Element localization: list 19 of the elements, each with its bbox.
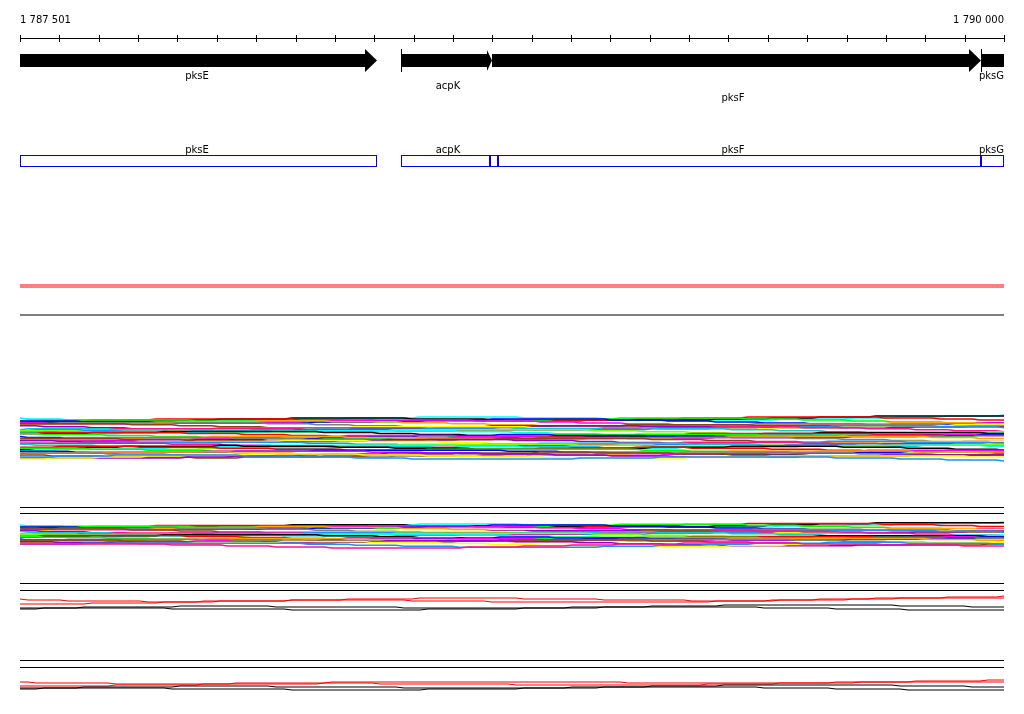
feature-label: pksF (721, 144, 745, 155)
feature-box[interactable] (981, 155, 1004, 167)
gene-arrow[interactable] (20, 49, 377, 72)
feature-box[interactable] (498, 155, 981, 167)
feature-label: pksG (978, 144, 1004, 155)
feature-label: pksE (185, 144, 209, 155)
gene-label: pksF (721, 92, 745, 103)
gene-arrow[interactable] (981, 49, 1004, 72)
feature-label: acpK (435, 144, 461, 155)
feature-box[interactable] (490, 155, 498, 167)
gene-arrow[interactable] (401, 49, 492, 72)
feature-box[interactable] (20, 155, 377, 167)
start-coordinate: 1 787 501 (20, 14, 71, 25)
gene-label: acpK (435, 80, 461, 91)
gene-label: pksG (978, 70, 1004, 81)
end-coordinate: 1 790 000 (953, 14, 1004, 25)
feature-box[interactable] (401, 155, 490, 167)
gene-label: pksE (185, 70, 209, 81)
gene-arrow[interactable] (492, 49, 981, 72)
